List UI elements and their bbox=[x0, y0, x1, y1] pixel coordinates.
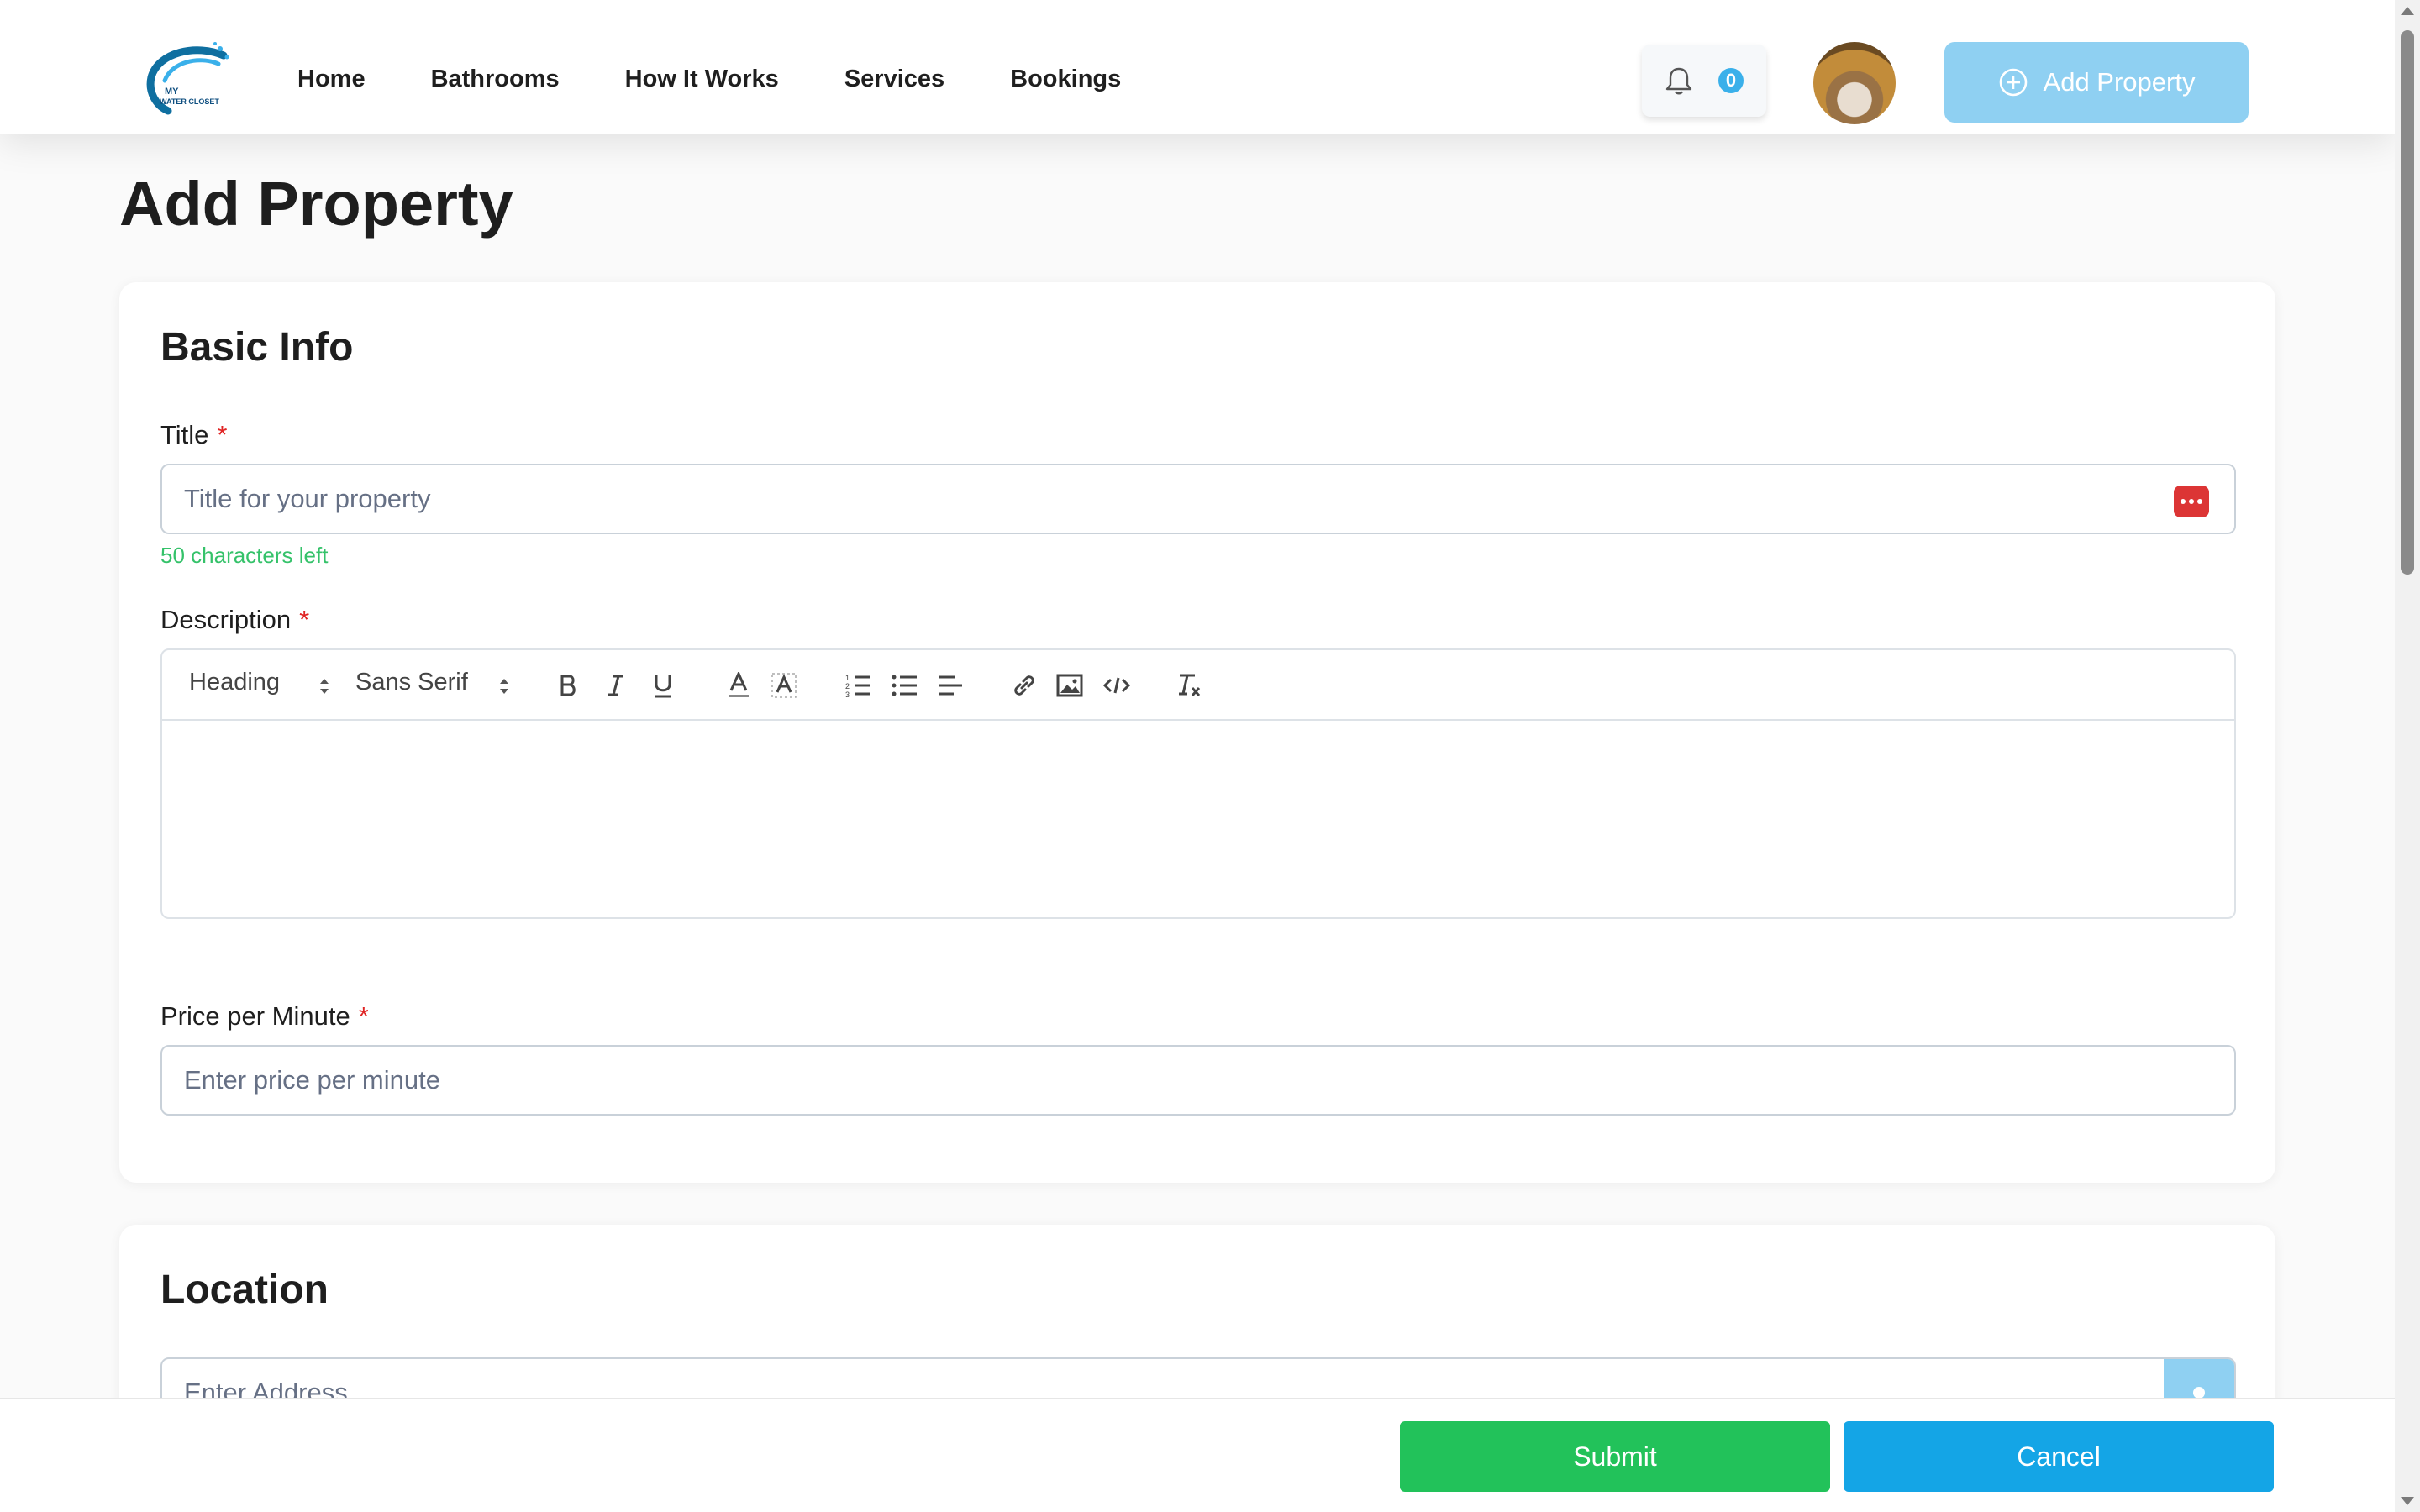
nav-bookings[interactable]: Bookings bbox=[1010, 66, 1121, 93]
top-navbar: MY WATER CLOSET Home Bathrooms How It Wo… bbox=[0, 0, 2395, 134]
font-select-arrow-icon bbox=[500, 679, 508, 694]
svg-text:3: 3 bbox=[845, 690, 850, 698]
font-select[interactable]: Sans Serif bbox=[355, 669, 468, 696]
description-editor: Heading Sans Serif 1 2 3 bbox=[160, 648, 2236, 919]
scroll-down-arrow-icon[interactable] bbox=[2401, 1497, 2414, 1505]
underline-icon[interactable] bbox=[646, 669, 680, 702]
required-mark: * bbox=[358, 1001, 369, 1031]
description-label-text: Description bbox=[160, 605, 292, 634]
add-property-label: Add Property bbox=[2043, 67, 2196, 97]
align-icon[interactable] bbox=[934, 669, 967, 702]
editor-toolbar: Heading Sans Serif 1 2 3 bbox=[162, 650, 2234, 721]
svg-text:MY: MY bbox=[165, 87, 179, 97]
bullet-list-icon[interactable] bbox=[888, 669, 922, 702]
cancel-button[interactable]: Cancel bbox=[1844, 1421, 2274, 1492]
code-icon[interactable] bbox=[1100, 669, 1134, 702]
svg-text:WATER CLOSET: WATER CLOSET bbox=[160, 97, 219, 106]
required-mark: * bbox=[217, 420, 228, 449]
required-mark: * bbox=[299, 605, 310, 634]
password-manager-icon[interactable] bbox=[2174, 486, 2209, 517]
svg-text:1: 1 bbox=[845, 674, 850, 682]
heading-select[interactable]: Heading bbox=[189, 669, 280, 696]
link-icon[interactable] bbox=[1007, 669, 1041, 702]
title-input[interactable]: Title for your property bbox=[160, 464, 2236, 534]
brand-logo[interactable]: MY WATER CLOSET bbox=[146, 39, 234, 121]
heading-select-arrow-icon bbox=[320, 679, 329, 694]
notification-count-badge: 0 bbox=[1718, 68, 1744, 93]
nav-how-it-works[interactable]: How It Works bbox=[625, 66, 779, 93]
add-property-button[interactable]: Add Property bbox=[1944, 42, 2249, 123]
editor-content-area[interactable] bbox=[162, 721, 2234, 917]
notifications-button[interactable]: 0 bbox=[1642, 45, 1766, 117]
scroll-thumb[interactable] bbox=[2401, 30, 2414, 575]
title-placeholder: Title for your property bbox=[184, 484, 431, 513]
title-char-count: 50 characters left bbox=[160, 543, 329, 568]
price-placeholder: Enter price per minute bbox=[184, 1065, 440, 1095]
nav-bathrooms[interactable]: Bathrooms bbox=[431, 66, 560, 93]
price-input[interactable]: Enter price per minute bbox=[160, 1045, 2236, 1116]
avatar[interactable] bbox=[1813, 42, 1896, 124]
location-heading: Location bbox=[160, 1268, 329, 1312]
image-icon[interactable] bbox=[1053, 669, 1086, 702]
background-color-icon[interactable] bbox=[767, 669, 801, 702]
italic-icon[interactable] bbox=[599, 669, 633, 702]
title-label: Title * bbox=[160, 420, 228, 450]
text-color-icon[interactable] bbox=[722, 669, 755, 702]
title-label-text: Title bbox=[160, 420, 209, 449]
submit-button[interactable]: Submit bbox=[1400, 1421, 1830, 1492]
clear-format-icon[interactable] bbox=[1172, 669, 1206, 702]
page-title: Add Property bbox=[119, 169, 513, 239]
ordered-list-icon[interactable]: 123 bbox=[841, 669, 875, 702]
description-label: Description * bbox=[160, 605, 309, 635]
scroll-up-arrow-icon[interactable] bbox=[2401, 7, 2414, 15]
basic-info-heading: Basic Info bbox=[160, 325, 354, 370]
svg-text:2: 2 bbox=[845, 682, 850, 690]
bold-icon[interactable] bbox=[552, 669, 586, 702]
basic-info-card: Basic Info Title * Title for your propert… bbox=[119, 282, 2275, 1183]
form-action-bar: Submit Cancel bbox=[0, 1398, 2395, 1512]
logo-icon: MY WATER CLOSET bbox=[146, 42, 229, 115]
nav-home[interactable]: Home bbox=[297, 66, 366, 93]
bell-icon bbox=[1665, 67, 1692, 95]
page-scrollbar[interactable] bbox=[2395, 0, 2420, 1512]
price-label: Price per Minute * bbox=[160, 1001, 369, 1032]
price-label-text: Price per Minute bbox=[160, 1001, 350, 1031]
nav-services[interactable]: Services bbox=[844, 66, 944, 93]
page: MY WATER CLOSET Home Bathrooms How It Wo… bbox=[0, 0, 2420, 1512]
plus-circle-icon bbox=[1999, 68, 2027, 97]
main-nav: Home Bathrooms How It Works Services Boo… bbox=[297, 66, 1121, 93]
